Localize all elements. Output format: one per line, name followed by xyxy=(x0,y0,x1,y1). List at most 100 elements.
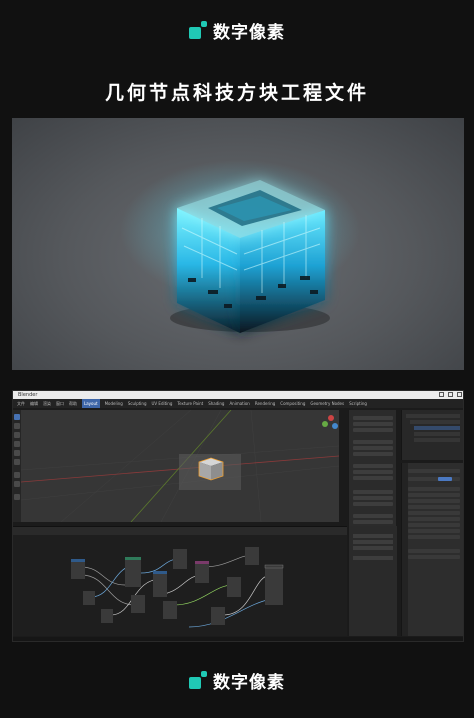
modifier-input[interactable] xyxy=(408,535,460,539)
tab-compositing[interactable]: Compositing xyxy=(280,399,305,408)
modifier-input[interactable] xyxy=(408,487,460,491)
viewport-grid xyxy=(20,409,340,523)
modifier-output[interactable] xyxy=(408,555,460,559)
tab-modeling[interactable]: Modeling xyxy=(105,399,123,408)
status-bar xyxy=(13,637,463,641)
gizmo-x-icon[interactable] xyxy=(328,415,334,421)
node-box[interactable] xyxy=(195,561,209,583)
brand-logo-icon xyxy=(189,21,207,39)
node-box[interactable] xyxy=(83,591,95,605)
node-property-field[interactable] xyxy=(353,534,393,538)
node-box[interactable] xyxy=(163,601,177,619)
menu-help[interactable]: 帮助 xyxy=(69,399,77,408)
modifier-input[interactable] xyxy=(408,499,460,503)
move-tool-icon[interactable] xyxy=(14,432,20,438)
modifier-input[interactable] xyxy=(408,517,460,521)
node-group-selector[interactable] xyxy=(438,477,452,481)
node-box[interactable] xyxy=(211,607,225,625)
modifier-output[interactable] xyxy=(408,549,460,553)
brand-logo-icon xyxy=(189,671,207,689)
dimensions-y-field[interactable] xyxy=(353,496,393,500)
tab-geometry-nodes[interactable]: Geometry Nodes xyxy=(310,399,344,408)
page-title: 几何节点科技方块工程文件 xyxy=(104,82,369,104)
gizmo-z-icon[interactable] xyxy=(332,423,338,429)
outliner-collection[interactable] xyxy=(410,420,460,424)
property-field[interactable] xyxy=(353,520,393,524)
3d-viewport[interactable] xyxy=(20,409,340,523)
cursor-tool-icon[interactable] xyxy=(14,423,20,429)
modifier-input[interactable] xyxy=(408,505,460,509)
add-cube-tool-icon[interactable] xyxy=(14,494,20,500)
property-field[interactable] xyxy=(353,514,393,518)
tab-layout[interactable]: Layout xyxy=(82,399,100,408)
brand-footer: 数字像素 xyxy=(0,668,474,693)
outliner xyxy=(401,410,463,460)
rotation-x-field[interactable] xyxy=(353,440,393,444)
node-box[interactable] xyxy=(131,595,145,613)
blender-menu-bar: 文件 编辑 渲染 窗口 帮助 Layout Modeling Sculpting… xyxy=(13,399,463,408)
transform-tool-icon[interactable] xyxy=(14,459,20,465)
tab-rendering[interactable]: Rendering xyxy=(255,399,275,408)
tab-animation[interactable]: Animation xyxy=(229,399,249,408)
geometry-node-editor[interactable] xyxy=(13,526,347,636)
menu-file[interactable]: 文件 xyxy=(17,399,25,408)
node-box[interactable] xyxy=(125,557,141,587)
node-property-field[interactable] xyxy=(353,546,393,550)
brand-header: 数字像素 xyxy=(0,18,474,43)
scale-y-field[interactable] xyxy=(353,470,393,474)
dimensions-x-field[interactable] xyxy=(353,490,393,494)
menu-render[interactable]: 渲染 xyxy=(43,399,51,408)
location-z-field[interactable] xyxy=(353,428,393,432)
node-property-field[interactable] xyxy=(353,556,393,560)
modifier-header[interactable] xyxy=(408,469,460,473)
minimize-icon[interactable] xyxy=(439,392,444,397)
rotation-y-field[interactable] xyxy=(353,446,393,450)
node-property-field[interactable] xyxy=(353,540,393,544)
measure-tool-icon[interactable] xyxy=(14,481,20,487)
properties-editor xyxy=(401,463,463,636)
node-graph xyxy=(71,547,284,628)
rotate-tool-icon[interactable] xyxy=(14,441,20,447)
outliner-scene-collection[interactable] xyxy=(406,414,460,418)
tab-uv-editing[interactable]: UV Editing xyxy=(152,399,173,408)
tab-sculpting[interactable]: Sculpting xyxy=(128,399,147,408)
brand-name: 数字像素 xyxy=(213,22,285,43)
annotate-tool-icon[interactable] xyxy=(14,472,20,478)
modifier-input[interactable] xyxy=(408,493,460,497)
select-tool-icon[interactable] xyxy=(14,414,20,420)
node-box[interactable] xyxy=(227,577,241,597)
blender-title-bar: Blender xyxy=(13,391,463,399)
scale-z-field[interactable] xyxy=(353,476,393,480)
tab-shading[interactable]: Shading xyxy=(208,399,224,408)
tab-texture-paint[interactable]: Texture Paint xyxy=(177,399,203,408)
location-y-field[interactable] xyxy=(353,422,393,426)
gizmo-y-icon[interactable] xyxy=(322,421,328,427)
scale-tool-icon[interactable] xyxy=(14,450,20,456)
maximize-icon[interactable] xyxy=(448,392,453,397)
location-x-field[interactable] xyxy=(353,416,393,420)
geometry-nodes-modifier[interactable] xyxy=(408,477,460,481)
outliner-object-cube[interactable] xyxy=(414,426,460,430)
menu-edit[interactable]: 编辑 xyxy=(30,399,38,408)
node-box[interactable] xyxy=(245,547,259,565)
render-preview xyxy=(12,118,464,370)
rotation-z-field[interactable] xyxy=(353,452,393,456)
tab-scripting[interactable]: Scripting xyxy=(349,399,367,408)
dimensions-z-field[interactable] xyxy=(353,502,393,506)
modifier-input[interactable] xyxy=(408,511,460,515)
scale-x-field[interactable] xyxy=(353,464,393,468)
window-controls xyxy=(439,392,462,397)
blender-window: Blender 文件 编辑 渲染 窗口 帮助 Layout Modeling S… xyxy=(12,390,464,642)
modifier-input[interactable] xyxy=(408,523,460,527)
group-output-node[interactable] xyxy=(265,565,283,605)
menu-window[interactable]: 窗口 xyxy=(56,399,64,408)
modifier-input[interactable] xyxy=(408,529,460,533)
outliner-object-camera[interactable] xyxy=(414,432,460,436)
node-box[interactable] xyxy=(153,571,167,597)
node-box[interactable] xyxy=(101,609,113,623)
close-icon[interactable] xyxy=(457,392,462,397)
glowing-cube-render xyxy=(120,160,360,333)
outliner-object-light[interactable] xyxy=(414,438,460,442)
node-box[interactable] xyxy=(173,549,187,569)
tool-strip xyxy=(13,410,21,522)
